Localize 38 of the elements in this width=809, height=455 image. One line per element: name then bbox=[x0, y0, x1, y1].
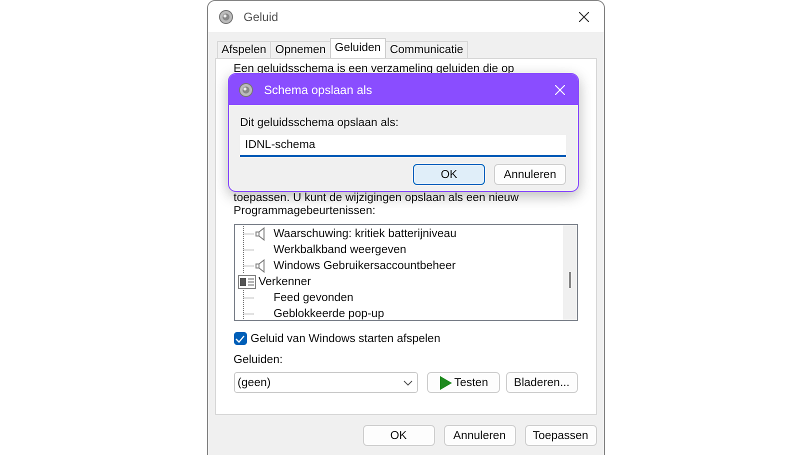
dialog-button[interactable]: OK bbox=[362, 425, 434, 446]
browse-button[interactable]: Bladeren... bbox=[506, 372, 578, 393]
list-item[interactable]: Windows Gebruikersaccountbeheer bbox=[274, 260, 456, 272]
dialog-button[interactable]: Toepassen bbox=[524, 425, 596, 446]
list-item[interactable]: Waarschuwing: kritiek batterijniveau bbox=[274, 228, 457, 240]
tab[interactable]: Communicatie bbox=[384, 41, 468, 58]
checkbox-label: Geluid van Windows starten afspelen bbox=[250, 332, 440, 344]
window-title: Geluid bbox=[244, 10, 278, 24]
list-item[interactable]: Verkenner bbox=[258, 276, 311, 288]
close-icon bbox=[578, 12, 588, 22]
speaker-icon bbox=[218, 8, 234, 24]
dialog-title: Schema opslaan als bbox=[264, 82, 372, 96]
ok-button[interactable]: OK bbox=[413, 164, 485, 185]
sounds-label: Geluiden: bbox=[234, 353, 284, 368]
check-icon bbox=[235, 334, 245, 342]
caret-icon bbox=[403, 380, 414, 386]
speaker-icon bbox=[238, 82, 254, 98]
list-item[interactable]: Geblokkeerde pop-up bbox=[274, 308, 384, 320]
prompt-label: Dit geluidsschema opslaan als: bbox=[240, 116, 400, 131]
list-item[interactable]: Feed gevonden bbox=[274, 292, 354, 304]
description-text: Een geluidsschema is een verzameling geluiden die op bbox=[234, 62, 516, 77]
events-label: Programmagebeurtenissen: bbox=[234, 204, 376, 219]
list-item[interactable]: Werkbalkband weergeven bbox=[274, 244, 406, 256]
window-icon bbox=[238, 275, 256, 289]
scrollbar-thumb[interactable] bbox=[568, 272, 570, 288]
test-button[interactable]: Testen bbox=[427, 372, 500, 393]
tab[interactable]: Opnemen bbox=[270, 41, 331, 58]
checkbox[interactable] bbox=[234, 332, 246, 345]
cancel-button[interactable]: Annuleren bbox=[494, 164, 566, 185]
tab[interactable]: Geluiden bbox=[330, 38, 386, 58]
close-icon bbox=[555, 84, 565, 94]
dialog-button[interactable]: Annuleren bbox=[444, 425, 516, 446]
description-text: toepassen. U kunt de wijzigingen opslaan als een nieuw bbox=[234, 191, 520, 206]
scrollbar[interactable] bbox=[562, 225, 576, 320]
sound-dropdown[interactable]: (geen) bbox=[234, 372, 418, 393]
tab[interactable]: Afspelen bbox=[216, 41, 272, 58]
play-icon bbox=[439, 374, 454, 390]
name-field[interactable]: IDNL-schema bbox=[240, 135, 566, 157]
